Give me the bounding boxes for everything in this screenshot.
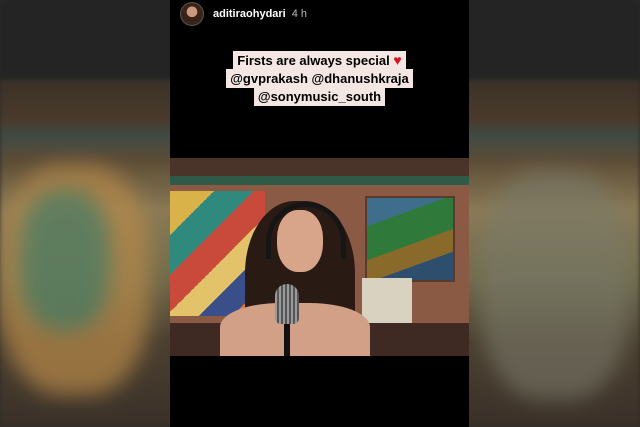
- canvas-right: [362, 278, 412, 323]
- background-blur-right: [480, 170, 630, 400]
- caption-line-1: Firsts are always special ♥: [233, 51, 406, 70]
- painting-right: [365, 196, 455, 282]
- story-frame[interactable]: aditiraohydari 4 h Firsts are always spe…: [170, 0, 469, 427]
- caption-line-1-text: Firsts are always special: [237, 53, 390, 68]
- timestamp: 4 h: [291, 8, 308, 20]
- username[interactable]: aditiraohydari: [213, 8, 286, 20]
- story-header: aditiraohydari 4 h: [170, 0, 469, 28]
- avatar[interactable]: [180, 2, 204, 26]
- photo-beam: [170, 158, 469, 176]
- story-photo: [170, 158, 469, 356]
- microphone: [275, 284, 299, 324]
- story-caption: Firsts are always special ♥ @gvprakash @…: [170, 51, 469, 106]
- heart-icon: ♥: [393, 52, 402, 68]
- microphone-stand: [284, 324, 290, 356]
- caption-line-2[interactable]: @gvprakash @dhanushkraja: [226, 69, 413, 88]
- background-blur-left-teal: [20, 190, 110, 330]
- photo-beam-green: [170, 176, 469, 185]
- caption-line-3[interactable]: @sonymusic_south: [253, 87, 386, 106]
